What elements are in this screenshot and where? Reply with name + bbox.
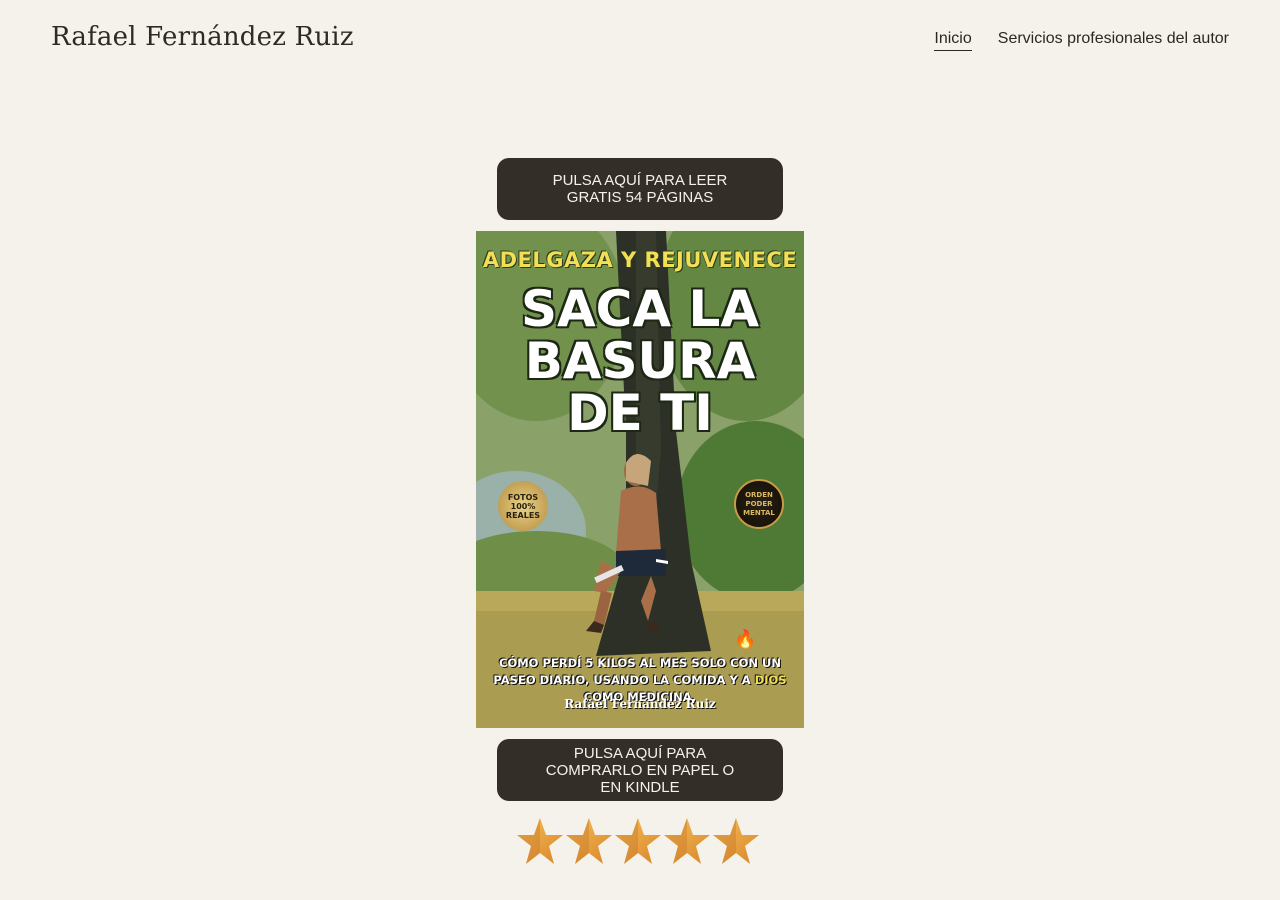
cover-author: Rafael Fernández Ruiz	[564, 697, 716, 711]
star-icon	[517, 818, 563, 864]
star-icon	[566, 818, 612, 864]
cover-title-line2: BASURA	[524, 332, 756, 390]
nav-link-servicios[interactable]: Servicios profesionales del autor	[998, 30, 1229, 51]
book-cover-image[interactable]: ADELGAZA Y REJUVENECE SACA LA BASURA DE …	[476, 231, 804, 728]
cover-title-line1: SACA LA	[520, 280, 760, 338]
cover-subtitle-pre: CÓMO PERDÍ 5 KILOS AL MES SOLO CON UN PA…	[493, 656, 781, 687]
real-photos-badge: FOTOS 100% REALES	[498, 481, 548, 531]
read-free-button[interactable]: PULSA AQUÍ PARA LEER GRATIS 54 PÁGINAS	[497, 158, 783, 220]
buy-book-button[interactable]: PULSA AQUÍ PARA COMPRARLO EN PAPEL O EN …	[497, 739, 783, 801]
star-icon	[664, 818, 710, 864]
mental-power-seal: ORDEN PODER MENTAL	[734, 479, 784, 529]
site-title[interactable]: Rafael Fernández Ruiz	[51, 22, 354, 52]
cover-subtitle-highlight: DIOS	[754, 673, 787, 687]
star-icon	[615, 818, 661, 864]
cover-title-line3: DE TI	[567, 384, 713, 442]
cover-top-line: ADELGAZA Y REJUVENECE	[482, 248, 798, 272]
main-nav: Inicio Servicios profesionales del autor	[934, 30, 1229, 51]
star-rating	[516, 816, 760, 868]
star-icon	[713, 818, 759, 864]
nav-link-inicio[interactable]: Inicio	[934, 30, 972, 51]
flame-icon: 🔥	[734, 629, 757, 649]
